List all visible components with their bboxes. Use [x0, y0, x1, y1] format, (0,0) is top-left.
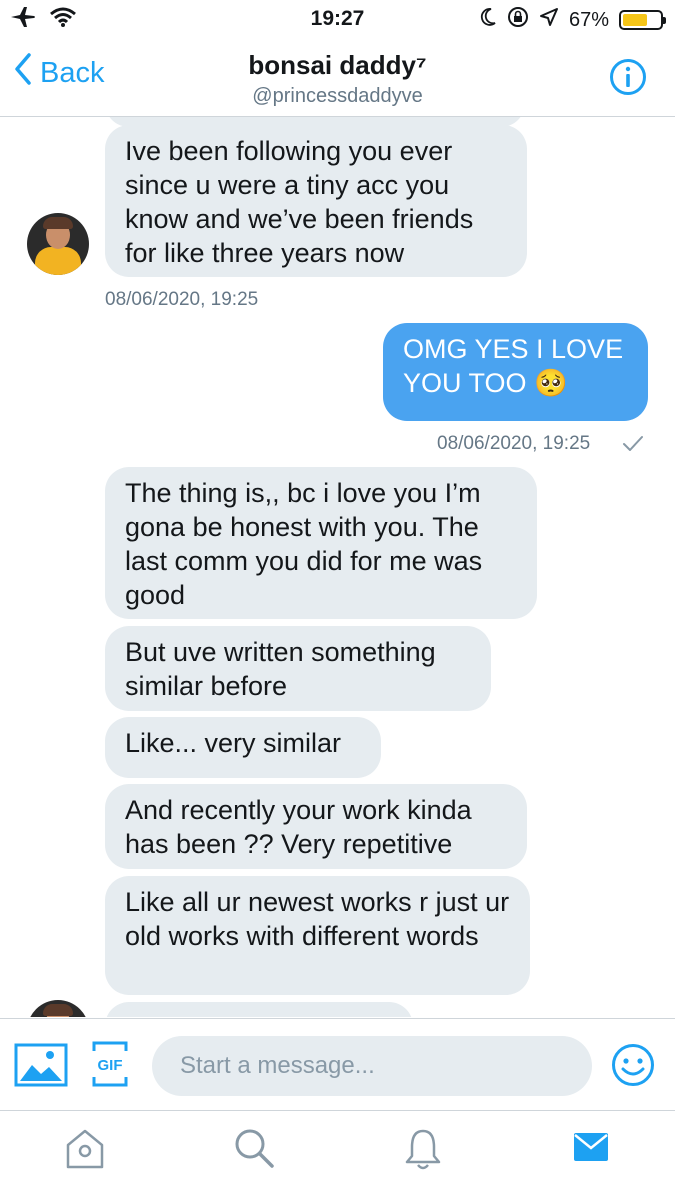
message-composer: GIF Start a message...: [0, 1018, 675, 1111]
location-icon: [539, 7, 559, 33]
message-bubble-incoming[interactable]: And recently your work kinda has been ??…: [105, 784, 527, 869]
battery-icon: [619, 10, 666, 30]
home-icon[interactable]: [64, 1127, 106, 1176]
messages-envelope-icon[interactable]: [573, 1131, 609, 1168]
conversation-handle: @princessdaddyve: [252, 85, 423, 107]
message-bubble-incoming[interactable]: Like all ur newest works r just ur old w…: [105, 876, 530, 995]
gif-icon[interactable]: GIF: [92, 1041, 128, 1092]
message-bubble-incoming[interactable]: The thing is,, bc i love you I’m gona be…: [105, 467, 537, 619]
avatar[interactable]: [27, 213, 89, 275]
message-thread[interactable]: Ive been following you ever since u were…: [0, 117, 675, 1017]
info-icon: [609, 59, 647, 100]
message-input[interactable]: Start a message...: [152, 1036, 592, 1096]
tab-bar: [0, 1110, 675, 1201]
emoji-icon[interactable]: [611, 1043, 655, 1092]
info-button[interactable]: [609, 58, 647, 101]
image-icon[interactable]: [14, 1043, 68, 1092]
notifications-bell-icon[interactable]: [404, 1127, 442, 1176]
search-icon[interactable]: [233, 1127, 275, 1176]
status-bar: 19:27 67%: [0, 0, 675, 38]
svg-text:GIF: GIF: [98, 1057, 123, 1074]
message-timestamp: 08/06/2020, 19:25: [437, 433, 591, 454]
message-bubble-incoming[interactable]: Like... very similar: [105, 717, 381, 778]
message-bubble-incoming[interactable]: But uve written something similar before: [105, 626, 491, 711]
message-timestamp: 08/06/2020, 19:25: [105, 289, 259, 310]
conversation-header: Back bonsai daddy⁷ @princessdaddyve: [0, 38, 675, 117]
battery-fill: [623, 14, 647, 26]
do-not-disturb-icon: [479, 7, 497, 33]
message-bubble-partial[interactable]: [105, 1002, 413, 1017]
sent-check-icon: [621, 433, 645, 460]
message-bubble-outgoing[interactable]: OMG YES I LOVE YOU TOO 🥺: [383, 323, 648, 421]
message-bubble-incoming[interactable]: Ive been following you ever since u were…: [105, 125, 527, 277]
battery-percentage: 67%: [568, 8, 609, 31]
orientation-lock-icon: [507, 6, 529, 34]
conversation-title[interactable]: bonsai daddy⁷: [0, 50, 675, 81]
avatar[interactable]: [27, 1000, 89, 1017]
